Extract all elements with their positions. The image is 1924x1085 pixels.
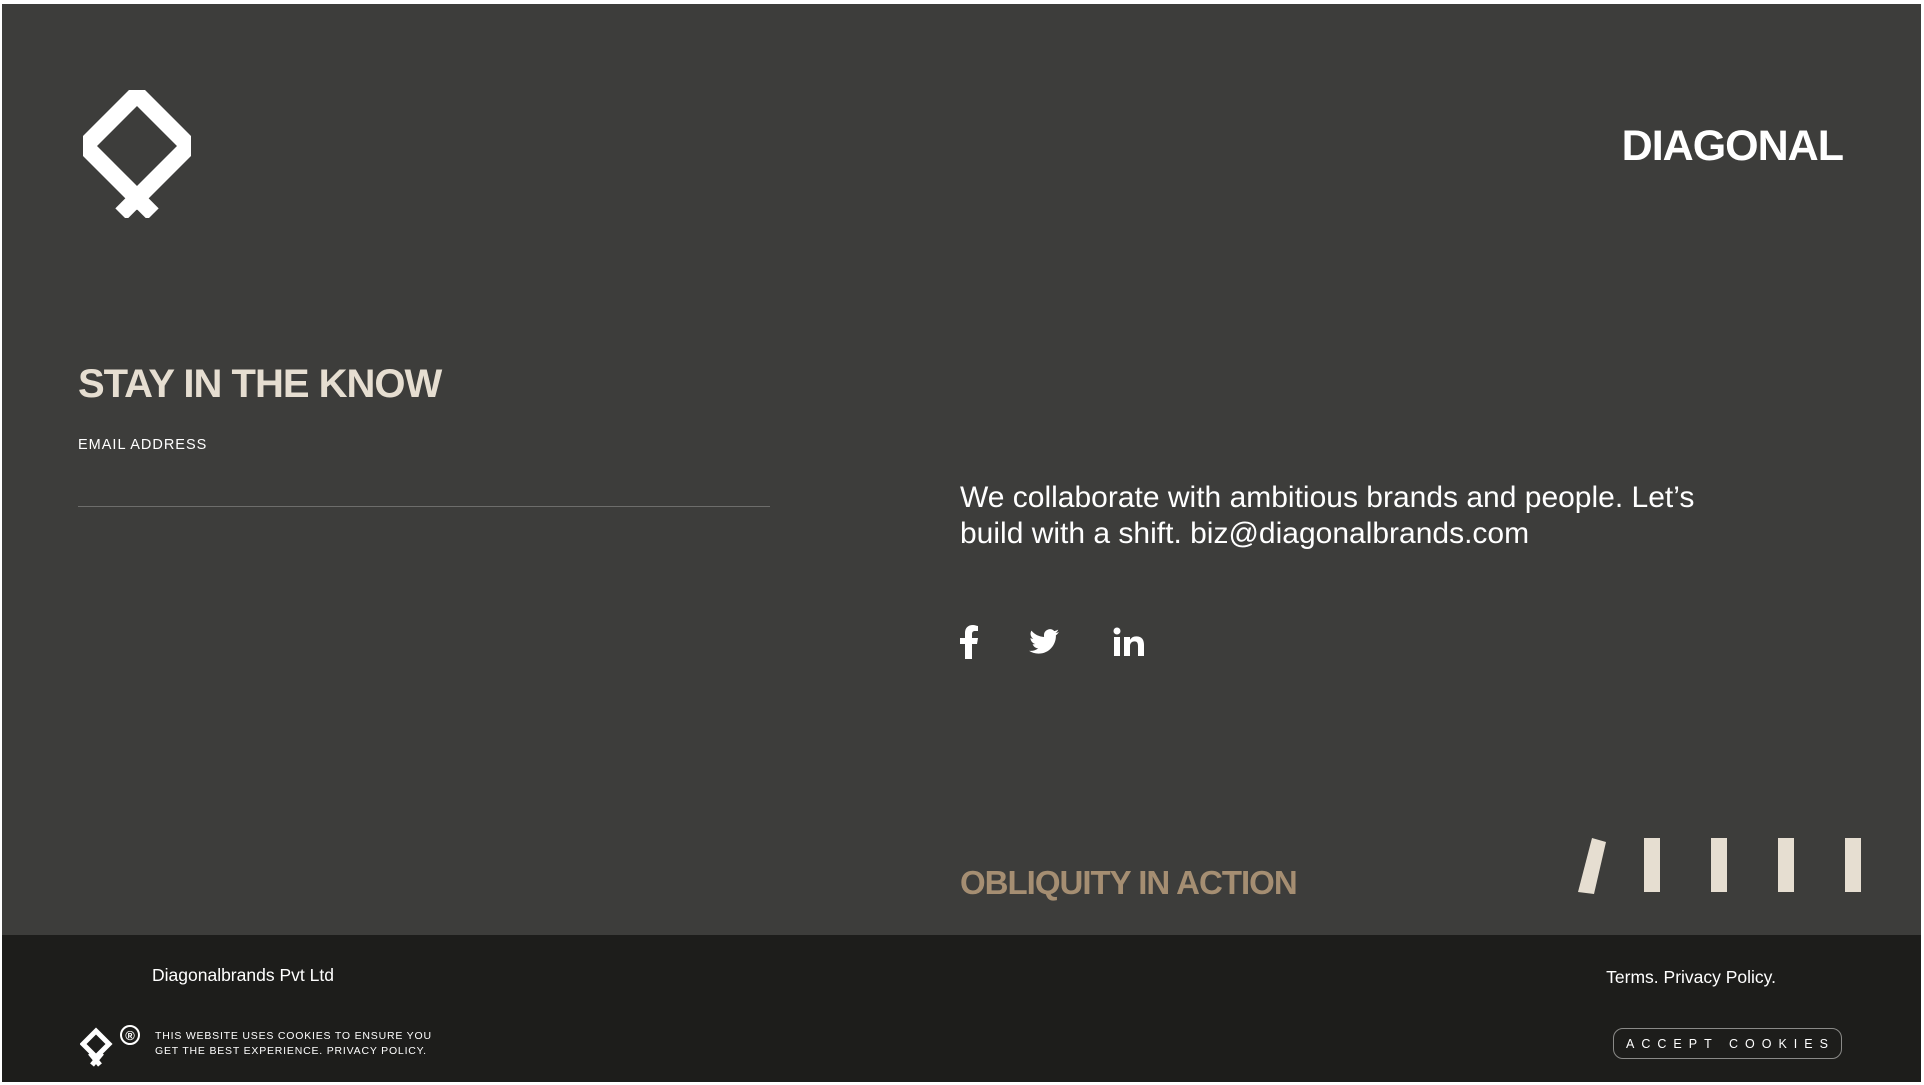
linkedin-icon — [1113, 627, 1144, 656]
cookie-line-1: THIS WEBSITE USES COOKIES TO ENSURE YOU — [155, 1030, 432, 1042]
motto-text: OBLIQUITY IN ACTION — [960, 864, 1298, 901]
privacy-link[interactable]: Privacy Policy. — [1664, 967, 1776, 987]
brand-wordmark[interactable]: DIAGONAL — [1622, 122, 1844, 171]
email-label: EMAIL ADDRESS — [78, 437, 208, 453]
company-name: Diagonalbrands Pvt Ltd — [152, 965, 334, 985]
page-frame: DIAGONAL STAY IN THE KNOW EMAIL ADDRESS … — [0, 0, 1924, 1085]
contact-tagline: We collaborate with ambitious brands and… — [960, 480, 1720, 552]
registered-mark: ® — [125, 1028, 135, 1043]
twitter-link[interactable] — [1029, 624, 1059, 660]
email-input[interactable] — [78, 459, 770, 507]
diagonal-logo-icon[interactable] — [83, 90, 191, 218]
main-section: DIAGONAL STAY IN THE KNOW EMAIL ADDRESS … — [2, 4, 1921, 935]
facebook-link[interactable] — [960, 624, 978, 660]
linkedin-link[interactable] — [1113, 624, 1145, 660]
terms-link[interactable]: Terms. — [1606, 967, 1659, 987]
diagonal-bars-icon — [1578, 838, 1861, 894]
cookie-line-2: GET THE BEST EXPERIENCE. PRIVACY POLICY. — [155, 1045, 427, 1057]
contact-email-link[interactable]: biz@diagonalbrands.com — [1190, 517, 1529, 550]
newsletter-heading: STAY IN THE KNOW — [78, 362, 442, 406]
footer: Diagonalbrands Pvt Ltd Terms. Privacy Po… — [2, 935, 1921, 1082]
twitter-icon — [1029, 629, 1059, 654]
legal-links: Terms. Privacy Policy. — [1606, 967, 1776, 988]
accept-cookies-button[interactable]: ACCEPT COOKIES — [1613, 1028, 1842, 1059]
facebook-icon — [960, 625, 978, 659]
small-logo-icon: ® — [80, 1025, 140, 1067]
cookie-notice: THIS WEBSITE USES COOKIES TO ENSURE YOU … — [155, 1029, 455, 1059]
